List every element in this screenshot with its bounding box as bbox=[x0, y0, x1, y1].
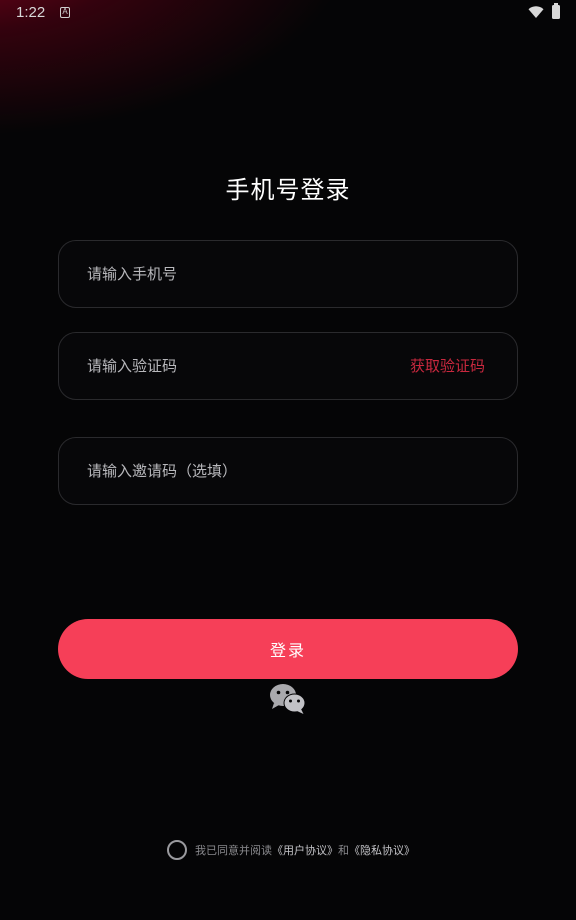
login-screen: 1:22 A 手机号登录 获取验证码 登录 我已同意并阅读 《用户协议》 和 《… bbox=[0, 0, 576, 920]
invite-code-input[interactable] bbox=[87, 438, 387, 504]
get-code-button[interactable]: 获取验证码 bbox=[410, 333, 485, 399]
wechat-icon[interactable] bbox=[268, 682, 308, 716]
status-bar: 1:22 A bbox=[0, 0, 576, 28]
battery-icon bbox=[552, 3, 560, 19]
login-button[interactable]: 登录 bbox=[58, 619, 518, 679]
verification-code-input[interactable] bbox=[87, 333, 387, 399]
wifi-icon bbox=[528, 6, 544, 18]
status-time: 1:22 bbox=[16, 4, 46, 21]
phone-input[interactable] bbox=[87, 241, 387, 307]
notification-icon: A bbox=[60, 7, 70, 18]
invite-field bbox=[58, 437, 518, 505]
page-title: 手机号登录 bbox=[225, 176, 351, 204]
agreement-connector: 和 bbox=[338, 844, 349, 857]
privacy-policy-link[interactable]: 《隐私协议》 bbox=[349, 842, 415, 858]
agreement-prefix: 我已同意并阅读 bbox=[195, 844, 272, 857]
code-field: 获取验证码 bbox=[58, 332, 518, 400]
agree-radio-button[interactable] bbox=[167, 840, 187, 860]
user-agreement-link[interactable]: 《用户协议》 bbox=[272, 842, 338, 858]
phone-field bbox=[58, 240, 518, 308]
agreement-row: 我已同意并阅读 《用户协议》 和 《隐私协议》 bbox=[167, 840, 415, 860]
